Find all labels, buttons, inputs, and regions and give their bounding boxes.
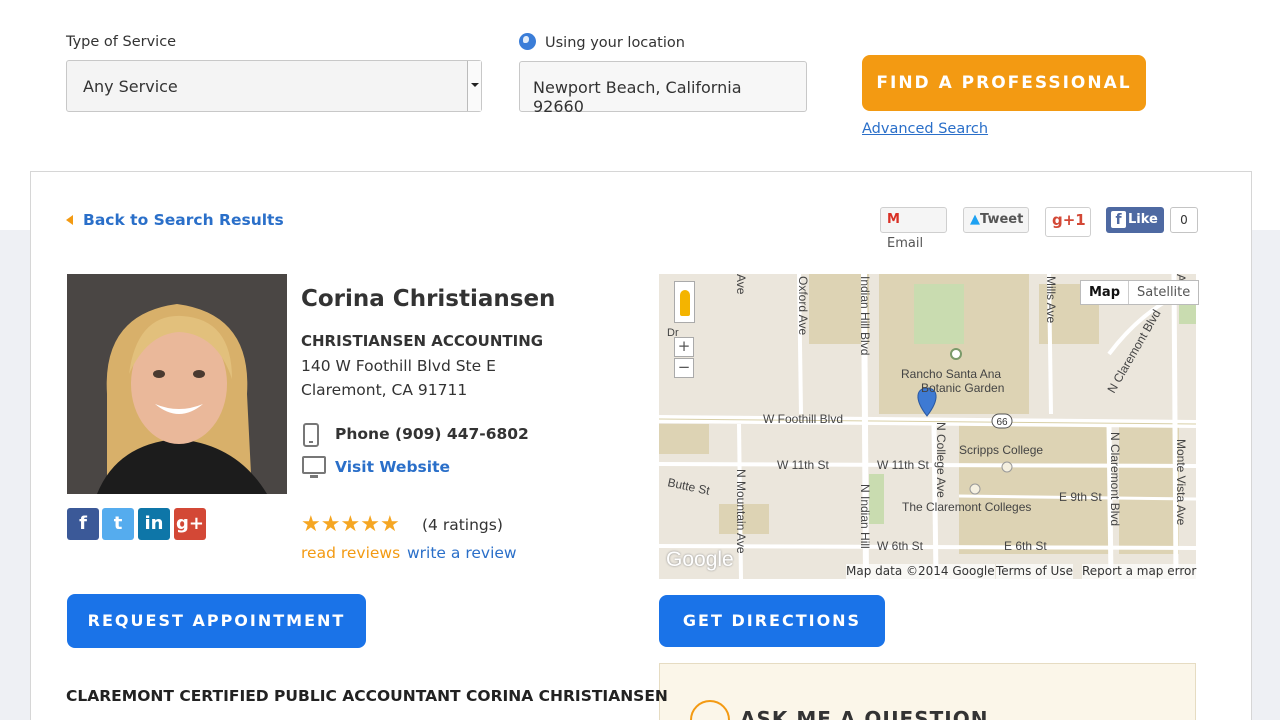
map-label-monte-vista: Monte Vista Ave: [1174, 439, 1188, 526]
back-link-label: Back to Search Results: [83, 211, 284, 229]
facebook-like-button[interactable]: Like: [1106, 207, 1164, 233]
google-logo: Google: [666, 548, 734, 571]
request-appointment-button[interactable]: REQUEST APPOINTMENT: [67, 594, 366, 648]
bio-heading: CLAREMONT CERTIFIED PUBLIC ACCOUNTANT CO…: [66, 687, 668, 705]
facebook-icon[interactable]: f: [67, 508, 99, 540]
address-line-2: Claremont, CA 91711: [301, 381, 468, 399]
service-type-label: Type of Service: [66, 34, 177, 50]
company-name: CHRISTIANSEN ACCOUNTING: [301, 332, 544, 350]
gmail-icon: M: [887, 212, 900, 227]
map-label-w11th-b: W 11th St: [877, 458, 929, 472]
star-icon: ★: [340, 512, 361, 537]
star-icon: ★: [360, 512, 380, 537]
route-66-label: 66: [996, 417, 1008, 428]
service-type-select[interactable]: Any Service: [66, 60, 482, 112]
google-plus-icon[interactable]: g+: [174, 508, 206, 540]
map-label-oxford: Oxford Ave: [796, 276, 810, 335]
map-label-w11th-a: W 11th St: [777, 458, 829, 472]
map-label-foothill: W Foothill Blvd: [763, 412, 843, 426]
write-review-link[interactable]: write a review: [407, 544, 517, 562]
back-arrow-icon: [66, 215, 73, 225]
get-directions-button[interactable]: GET DIRECTIONS: [659, 595, 885, 647]
twitter-bird-icon: ▲: [970, 212, 980, 227]
address-line-1: 140 W Foothill Blvd Ste E: [301, 357, 496, 375]
star-icon: ★: [320, 512, 341, 537]
phone-icon: [303, 423, 319, 447]
map-data-credit: Map data ©2014 Google: [846, 564, 995, 579]
read-reviews-link[interactable]: read reviews: [301, 544, 400, 562]
map-label-w6th: W 6th St: [877, 539, 924, 553]
map-label-mountain-ave: N Mountain Ave: [734, 469, 748, 554]
zoom-in-button[interactable]: +: [674, 337, 694, 357]
location-map[interactable]: 66 Rancho Santa Ana Botanic Garden W Foo…: [659, 274, 1196, 579]
zoom-out-button[interactable]: −: [674, 358, 694, 378]
google-plus-one-button[interactable]: g+1: [1045, 207, 1091, 237]
map-canvas: 66 Rancho Santa Ana Botanic Garden W Foo…: [659, 274, 1196, 579]
ratings-count: (4 ratings): [422, 516, 503, 534]
map-label-rancho-2: Botanic Garden: [921, 381, 1004, 395]
location-label: Using your location: [545, 35, 685, 51]
map-report-error-link[interactable]: Report a map error: [1082, 564, 1197, 579]
phone-number[interactable]: Phone (909) 447-6802: [335, 425, 529, 443]
ask-question-title: ASK ME A QUESTION: [740, 707, 989, 720]
location-input[interactable]: Newport Beach, California 92660: [519, 61, 807, 116]
email-share-label: Email: [887, 236, 924, 251]
map-label-claremont-colleges: The Claremont Colleges: [902, 500, 1031, 514]
facebook-like-count: 0: [1170, 207, 1198, 233]
map-type-satellite[interactable]: Satellite: [1129, 281, 1198, 304]
back-to-results-link[interactable]: Back to Search Results: [66, 211, 284, 229]
profile-photo: [67, 274, 287, 494]
linkedin-icon[interactable]: in: [138, 508, 170, 540]
email-share-button[interactable]: M Email: [880, 207, 947, 251]
map-label-ave-left: Ave: [734, 274, 748, 295]
map-label-n-indian-hill: N Indian Hill: [858, 484, 872, 549]
map-label-indian-hill-blvd: Indian Hill Blvd: [858, 276, 872, 355]
tweet-label: Tweet: [980, 212, 1024, 227]
select-arrow-icon: [467, 61, 481, 111]
map-terms-link[interactable]: Terms of Use: [996, 564, 1073, 579]
map-label-rancho-1: Rancho Santa Ana: [901, 367, 1001, 381]
star-icon: ★: [301, 512, 321, 537]
twitter-icon[interactable]: t: [102, 508, 134, 540]
map-label-claremont-blvd: N Claremont Blvd: [1108, 432, 1122, 526]
professional-name: Corina Christiansen: [301, 286, 556, 312]
map-type-map[interactable]: Map: [1081, 281, 1130, 304]
portrait-illustration: [67, 274, 287, 494]
globe-icon: [519, 33, 536, 50]
map-label-scripps: Scripps College: [959, 443, 1043, 457]
map-label-mills: Mills Ave: [1044, 276, 1058, 323]
service-type-value: Any Service: [83, 77, 178, 96]
visit-website-link[interactable]: Visit Website: [335, 458, 450, 476]
rating-stars: ★★★★★: [301, 512, 400, 537]
star-icon: ★: [379, 512, 400, 537]
map-label-e6th: E 6th St: [1004, 539, 1047, 553]
monitor-icon: [302, 456, 326, 478]
street-view-pegman-icon[interactable]: [674, 281, 695, 323]
map-label-college-ave: N College Ave: [934, 422, 948, 498]
map-label-e9th: E 9th St: [1059, 490, 1102, 504]
map-type-toggle: Map Satellite: [1080, 280, 1200, 305]
advanced-search-link[interactable]: Advanced Search: [862, 121, 988, 137]
tweet-button[interactable]: ▲Tweet: [963, 207, 1029, 233]
find-professional-button[interactable]: FIND A PROFESSIONAL: [862, 55, 1146, 111]
